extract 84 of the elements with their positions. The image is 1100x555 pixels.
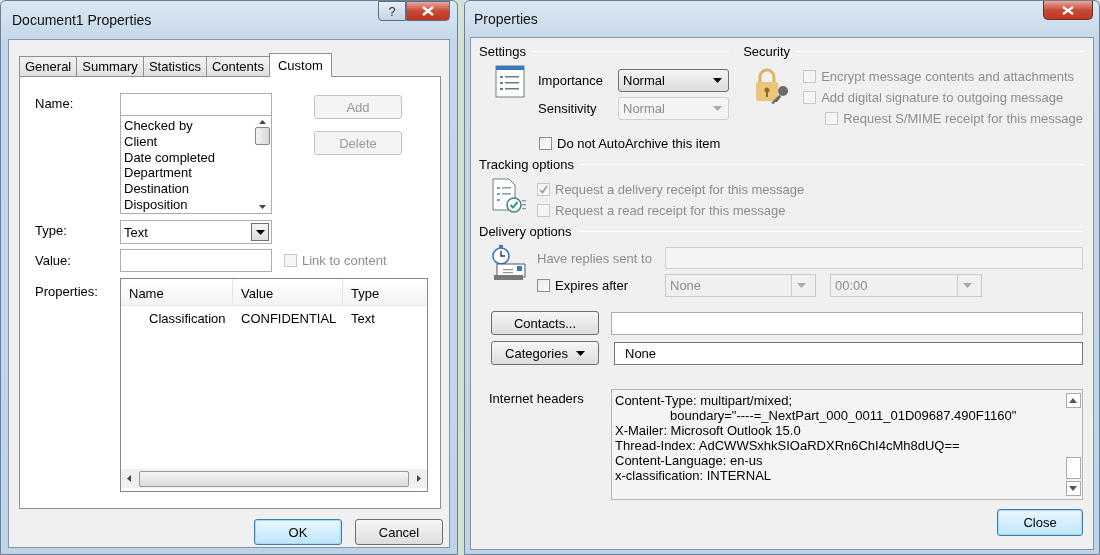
dialog-button[interactable]: Cancel — [355, 519, 443, 545]
window-title: Properties — [473, 10, 538, 27]
close-button[interactable] — [1043, 1, 1093, 20]
scroll-down-icon[interactable] — [259, 205, 266, 209]
categories-field: None — [614, 341, 1083, 365]
importance-dropdown[interactable]: Normal — [618, 69, 729, 92]
checkbox[interactable] — [537, 279, 550, 292]
close-dialog-button[interactable]: Close — [997, 509, 1083, 536]
contacts-field[interactable] — [611, 311, 1083, 335]
scroll-left-icon[interactable] — [127, 475, 131, 482]
checkbox-label: Request a read receipt for this message — [555, 203, 786, 218]
contacts-button[interactable]: Contacts... — [491, 311, 599, 335]
table-cell-text: Classification — [148, 310, 227, 326]
checkbox-label: Add digital signature to outgoing message — [821, 90, 1064, 105]
table-cell-text: Text — [350, 310, 376, 326]
field-label: Type: — [35, 222, 68, 238]
value-field[interactable] — [120, 249, 272, 272]
checkbox-label: Expires after — [555, 278, 628, 293]
tab[interactable]: Contents — [205, 56, 270, 76]
close-button[interactable] — [406, 1, 450, 21]
close-icon — [1062, 5, 1074, 15]
tab[interactable]: General — [19, 56, 78, 76]
list-item[interactable]: Destination — [124, 181, 254, 197]
replies-field[interactable] — [665, 247, 1083, 269]
dropdown-arrow-icon — [575, 350, 585, 356]
header-line: Thread-Index: AdCWWSxhkSIOaRDXRn6ChI4cMh8dUQ== — [615, 438, 961, 453]
list-item[interactable]: Checked by — [124, 118, 254, 134]
scroll-up-icon[interactable] — [259, 120, 266, 124]
tab[interactable]: Summary — [76, 56, 144, 76]
list-item[interactable]: Department — [124, 165, 254, 182]
column-header[interactable]: Name — [121, 279, 233, 305]
header-line: X-Mailer: Microsoft Outlook 15.0 — [615, 423, 802, 438]
dropdown-arrow-icon — [963, 283, 972, 288]
scrollbar-thumb[interactable] — [1065, 457, 1081, 479]
list-item[interactable]: Client — [124, 133, 254, 150]
column-header[interactable]: Type — [343, 279, 427, 305]
name-field[interactable] — [120, 93, 272, 116]
dropdown-arrow-icon — [255, 229, 265, 235]
header-line: Content-Language: en-us — [615, 453, 764, 468]
column-header[interactable]: Value — [233, 279, 343, 305]
checkbox-label: Request S/MIME receipt for this message — [843, 111, 1083, 126]
help-button[interactable]: ? — [378, 1, 406, 21]
checklist-document-icon — [491, 178, 527, 214]
headers-textbox[interactable] — [611, 389, 1083, 500]
field-label: Name: — [35, 95, 75, 111]
tab[interactable]: Statistics — [142, 56, 207, 76]
replies-label: Have replies sent to — [537, 250, 653, 266]
sensitivity-label: Sensitivity — [538, 101, 598, 116]
list-item[interactable]: Disposition — [124, 197, 254, 213]
list-document-icon — [495, 65, 525, 98]
dropdown-arrow-icon — [797, 283, 806, 288]
header-line: x-classification: INTERNAL — [615, 468, 773, 483]
header-line: Content-Type: multipart/mixed; — [615, 393, 794, 408]
horizontal-scrollbar[interactable] — [121, 469, 427, 488]
scroll-down-icon[interactable] — [1069, 486, 1077, 491]
importance-label: Importance — [538, 73, 605, 88]
window-title: Document1 Properties — [11, 12, 152, 28]
categories-button[interactable]: Categories — [491, 341, 599, 365]
close-icon — [422, 6, 434, 16]
scroll-up-icon[interactable] — [1069, 398, 1077, 403]
group-heading: Settings — [479, 44, 526, 59]
checkbox-label: Link to content — [302, 253, 387, 268]
header-line: boundary="----=_NextPart_000_0011_01D09687.490F1160" — [669, 408, 1018, 423]
dropdown-arrow-icon — [713, 78, 722, 83]
stopwatch-envelope-icon — [491, 245, 529, 281]
group-heading: Delivery options — [479, 224, 572, 239]
dropdown-arrow-icon — [713, 106, 722, 111]
scroll-right-icon[interactable] — [417, 475, 421, 482]
group-heading: Security — [743, 44, 791, 59]
field-label: Value: — [35, 253, 72, 268]
list-item[interactable]: Date completed — [124, 149, 254, 166]
scrollbar-thumb[interactable] — [255, 127, 270, 145]
name-list[interactable]: Checked by Client Date completed Department Destination Disposition — [120, 116, 272, 214]
checkbox-label: Encrypt message contents and attachments — [821, 69, 1075, 84]
field-label: Properties: — [35, 283, 99, 299]
checkbox-label: Request a delivery receipt for this message — [555, 182, 805, 197]
group-heading: Tracking options — [479, 157, 574, 172]
type-dropdown[interactable]: Text — [120, 220, 272, 244]
dialog-button[interactable]: OK — [254, 519, 342, 545]
checkbox-label: Do not AutoArchive this item — [557, 136, 721, 151]
table-cell-text: CONFIDENTIAL — [240, 310, 338, 326]
tab[interactable]: Custom — [268, 53, 332, 77]
headers-label: Internet headers — [489, 390, 585, 406]
checkbox[interactable] — [539, 137, 552, 150]
